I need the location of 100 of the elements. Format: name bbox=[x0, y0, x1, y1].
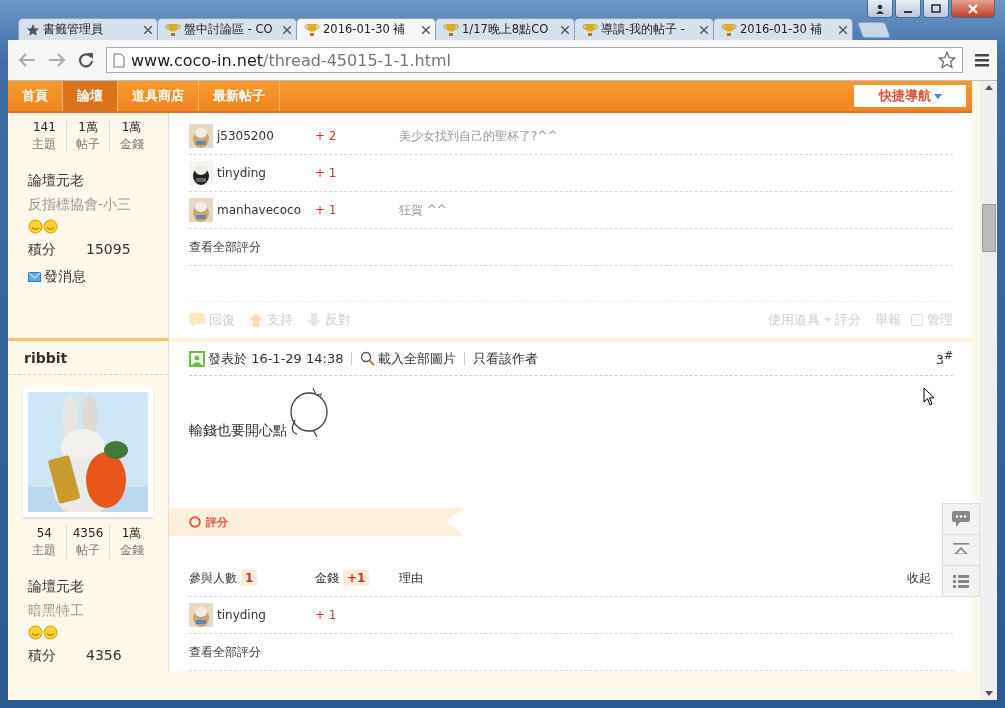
down-arrow-icon bbox=[307, 313, 321, 327]
send-message-link[interactable]: 發消息 bbox=[44, 268, 86, 286]
close-icon[interactable] bbox=[283, 25, 291, 34]
custom-title: 反指標協會-小三 bbox=[28, 195, 133, 214]
minimize-icon bbox=[904, 10, 912, 13]
star-icon bbox=[26, 22, 40, 37]
scrollbar-thumb[interactable] bbox=[981, 204, 996, 252]
rating-money: + 1 bbox=[315, 203, 338, 217]
stat-label: 主題 bbox=[32, 542, 57, 559]
list-icon bbox=[953, 574, 969, 588]
sticker-drawing bbox=[287, 386, 329, 438]
rating-money: + 1 bbox=[315, 608, 338, 622]
search-icon[interactable] bbox=[360, 351, 376, 366]
banner-title: 評分 bbox=[206, 514, 228, 530]
caret-icon bbox=[933, 93, 942, 99]
close-icon[interactable] bbox=[839, 25, 847, 34]
stat-label: 主題 bbox=[32, 136, 57, 153]
speech-bubble-icon bbox=[189, 313, 205, 327]
circle-icon bbox=[189, 516, 201, 528]
mail-icon bbox=[28, 272, 41, 282]
stat-label: 金錢 bbox=[119, 136, 144, 153]
smiley-icon bbox=[43, 624, 58, 640]
post-text: 輸錢也要開心點 bbox=[189, 422, 287, 440]
browser-tab[interactable]: 2016-01-30 補 bbox=[713, 18, 853, 40]
close-button[interactable] bbox=[951, 0, 995, 18]
load-images-link[interactable]: 載入全部圖片 bbox=[378, 349, 457, 368]
maximize-icon bbox=[931, 3, 941, 14]
trophy-icon bbox=[165, 22, 181, 37]
close-icon[interactable] bbox=[422, 25, 430, 34]
up-arrow-icon bbox=[249, 313, 263, 327]
trophy-icon bbox=[443, 22, 459, 37]
money-total: +1 bbox=[343, 570, 370, 586]
stat-value[interactable]: 141 bbox=[32, 119, 56, 135]
author-only-link[interactable]: 只看該作者 bbox=[473, 349, 539, 368]
trophy-icon bbox=[582, 22, 598, 37]
smiley-icon bbox=[28, 624, 43, 640]
profile-button[interactable] bbox=[867, 0, 893, 18]
stat-value[interactable]: 1萬 bbox=[78, 119, 98, 135]
rating-money: + 2 bbox=[315, 129, 338, 143]
user-icon bbox=[189, 350, 205, 367]
rater-name[interactable]: tinyding bbox=[217, 608, 266, 622]
participants-count: 1 bbox=[241, 570, 258, 586]
trophy-icon bbox=[304, 22, 320, 37]
speech-bubble-icon bbox=[952, 511, 970, 527]
close-icon[interactable] bbox=[144, 25, 152, 34]
points-label: 積分 bbox=[28, 646, 56, 665]
participants-label: 參與人數 bbox=[189, 569, 237, 587]
stat-value[interactable]: 1萬 bbox=[121, 119, 142, 135]
browser-tab[interactable]: 導讀-我的帖子 - bbox=[574, 18, 714, 40]
quick-nav-button[interactable]: 快捷導航 bbox=[854, 85, 966, 107]
scroll-down-icon[interactable] bbox=[984, 691, 993, 696]
rating-money: + 1 bbox=[315, 166, 338, 180]
rating-reason: 美少女找到自己的聖杯了?^^ bbox=[399, 127, 558, 145]
menu-icon[interactable] bbox=[975, 53, 989, 67]
close-icon[interactable] bbox=[700, 25, 708, 34]
maximize-button[interactable] bbox=[923, 0, 949, 18]
browser-tab[interactable]: 1/17晚上8點CO bbox=[435, 18, 575, 40]
stat-label: 金錢 bbox=[119, 542, 144, 559]
stat-label: 帖子 bbox=[76, 136, 100, 153]
address-bar[interactable]: www.coco-in.net/thread-45015-1-1.html bbox=[106, 47, 963, 73]
smiley-icon bbox=[43, 218, 58, 234]
view-all-ratings-link[interactable]: 查看全部評分 bbox=[189, 238, 261, 256]
smiley-icon bbox=[28, 218, 43, 234]
stat-value[interactable]: 54 bbox=[36, 525, 52, 541]
manage-checkbox[interactable] bbox=[911, 314, 923, 326]
back-to-top-icon bbox=[953, 543, 969, 557]
close-icon[interactable] bbox=[561, 25, 569, 34]
collapse-link[interactable]: 收起 bbox=[907, 569, 931, 587]
close-icon bbox=[968, 3, 978, 14]
user-rank: 論壇元老 bbox=[28, 171, 85, 190]
browser-tab[interactable]: 盤中討論區 - CO bbox=[157, 18, 297, 40]
page-icon bbox=[113, 52, 125, 68]
caret-icon bbox=[824, 318, 831, 322]
money-label: 金錢 bbox=[315, 569, 339, 587]
user-rank: 論壇元老 bbox=[28, 577, 85, 596]
floor-number: 3$^{#}$ bbox=[935, 349, 953, 368]
scroll-up-icon[interactable] bbox=[984, 85, 993, 90]
rating-reason: 狂賀 ^^ bbox=[399, 201, 447, 219]
points-label: 積分 bbox=[28, 240, 56, 259]
rater-name[interactable]: manhavecoco bbox=[217, 203, 301, 217]
stat-label: 帖子 bbox=[76, 542, 100, 559]
minimize-button[interactable] bbox=[895, 0, 921, 18]
author-name[interactable]: ribbit bbox=[8, 341, 168, 375]
points-value: 4356 bbox=[86, 646, 122, 665]
post-date: 發表於 16-1-29 14:38 bbox=[208, 349, 344, 368]
reason-label: 理由 bbox=[399, 569, 423, 587]
cursor-icon bbox=[923, 387, 935, 406]
reload-icon[interactable] bbox=[78, 52, 94, 68]
rater-name[interactable]: tinyding bbox=[217, 166, 266, 180]
browser-tab[interactable]: 2016-01-30 補 bbox=[296, 18, 436, 40]
view-all-ratings-link[interactable]: 查看全部評分 bbox=[189, 643, 261, 661]
bookmark-star-icon[interactable] bbox=[938, 51, 956, 69]
trophy-icon bbox=[721, 22, 737, 37]
browser-tab[interactable]: 書籤管理員 bbox=[18, 18, 158, 40]
rater-name[interactable]: j5305200 bbox=[217, 129, 274, 143]
person-icon bbox=[875, 3, 885, 14]
stat-value[interactable]: 4356 bbox=[72, 525, 104, 541]
stat-value[interactable]: 1萬 bbox=[121, 525, 142, 541]
points-value: 15095 bbox=[86, 240, 131, 259]
custom-title: 暗黑特工 bbox=[28, 601, 85, 620]
